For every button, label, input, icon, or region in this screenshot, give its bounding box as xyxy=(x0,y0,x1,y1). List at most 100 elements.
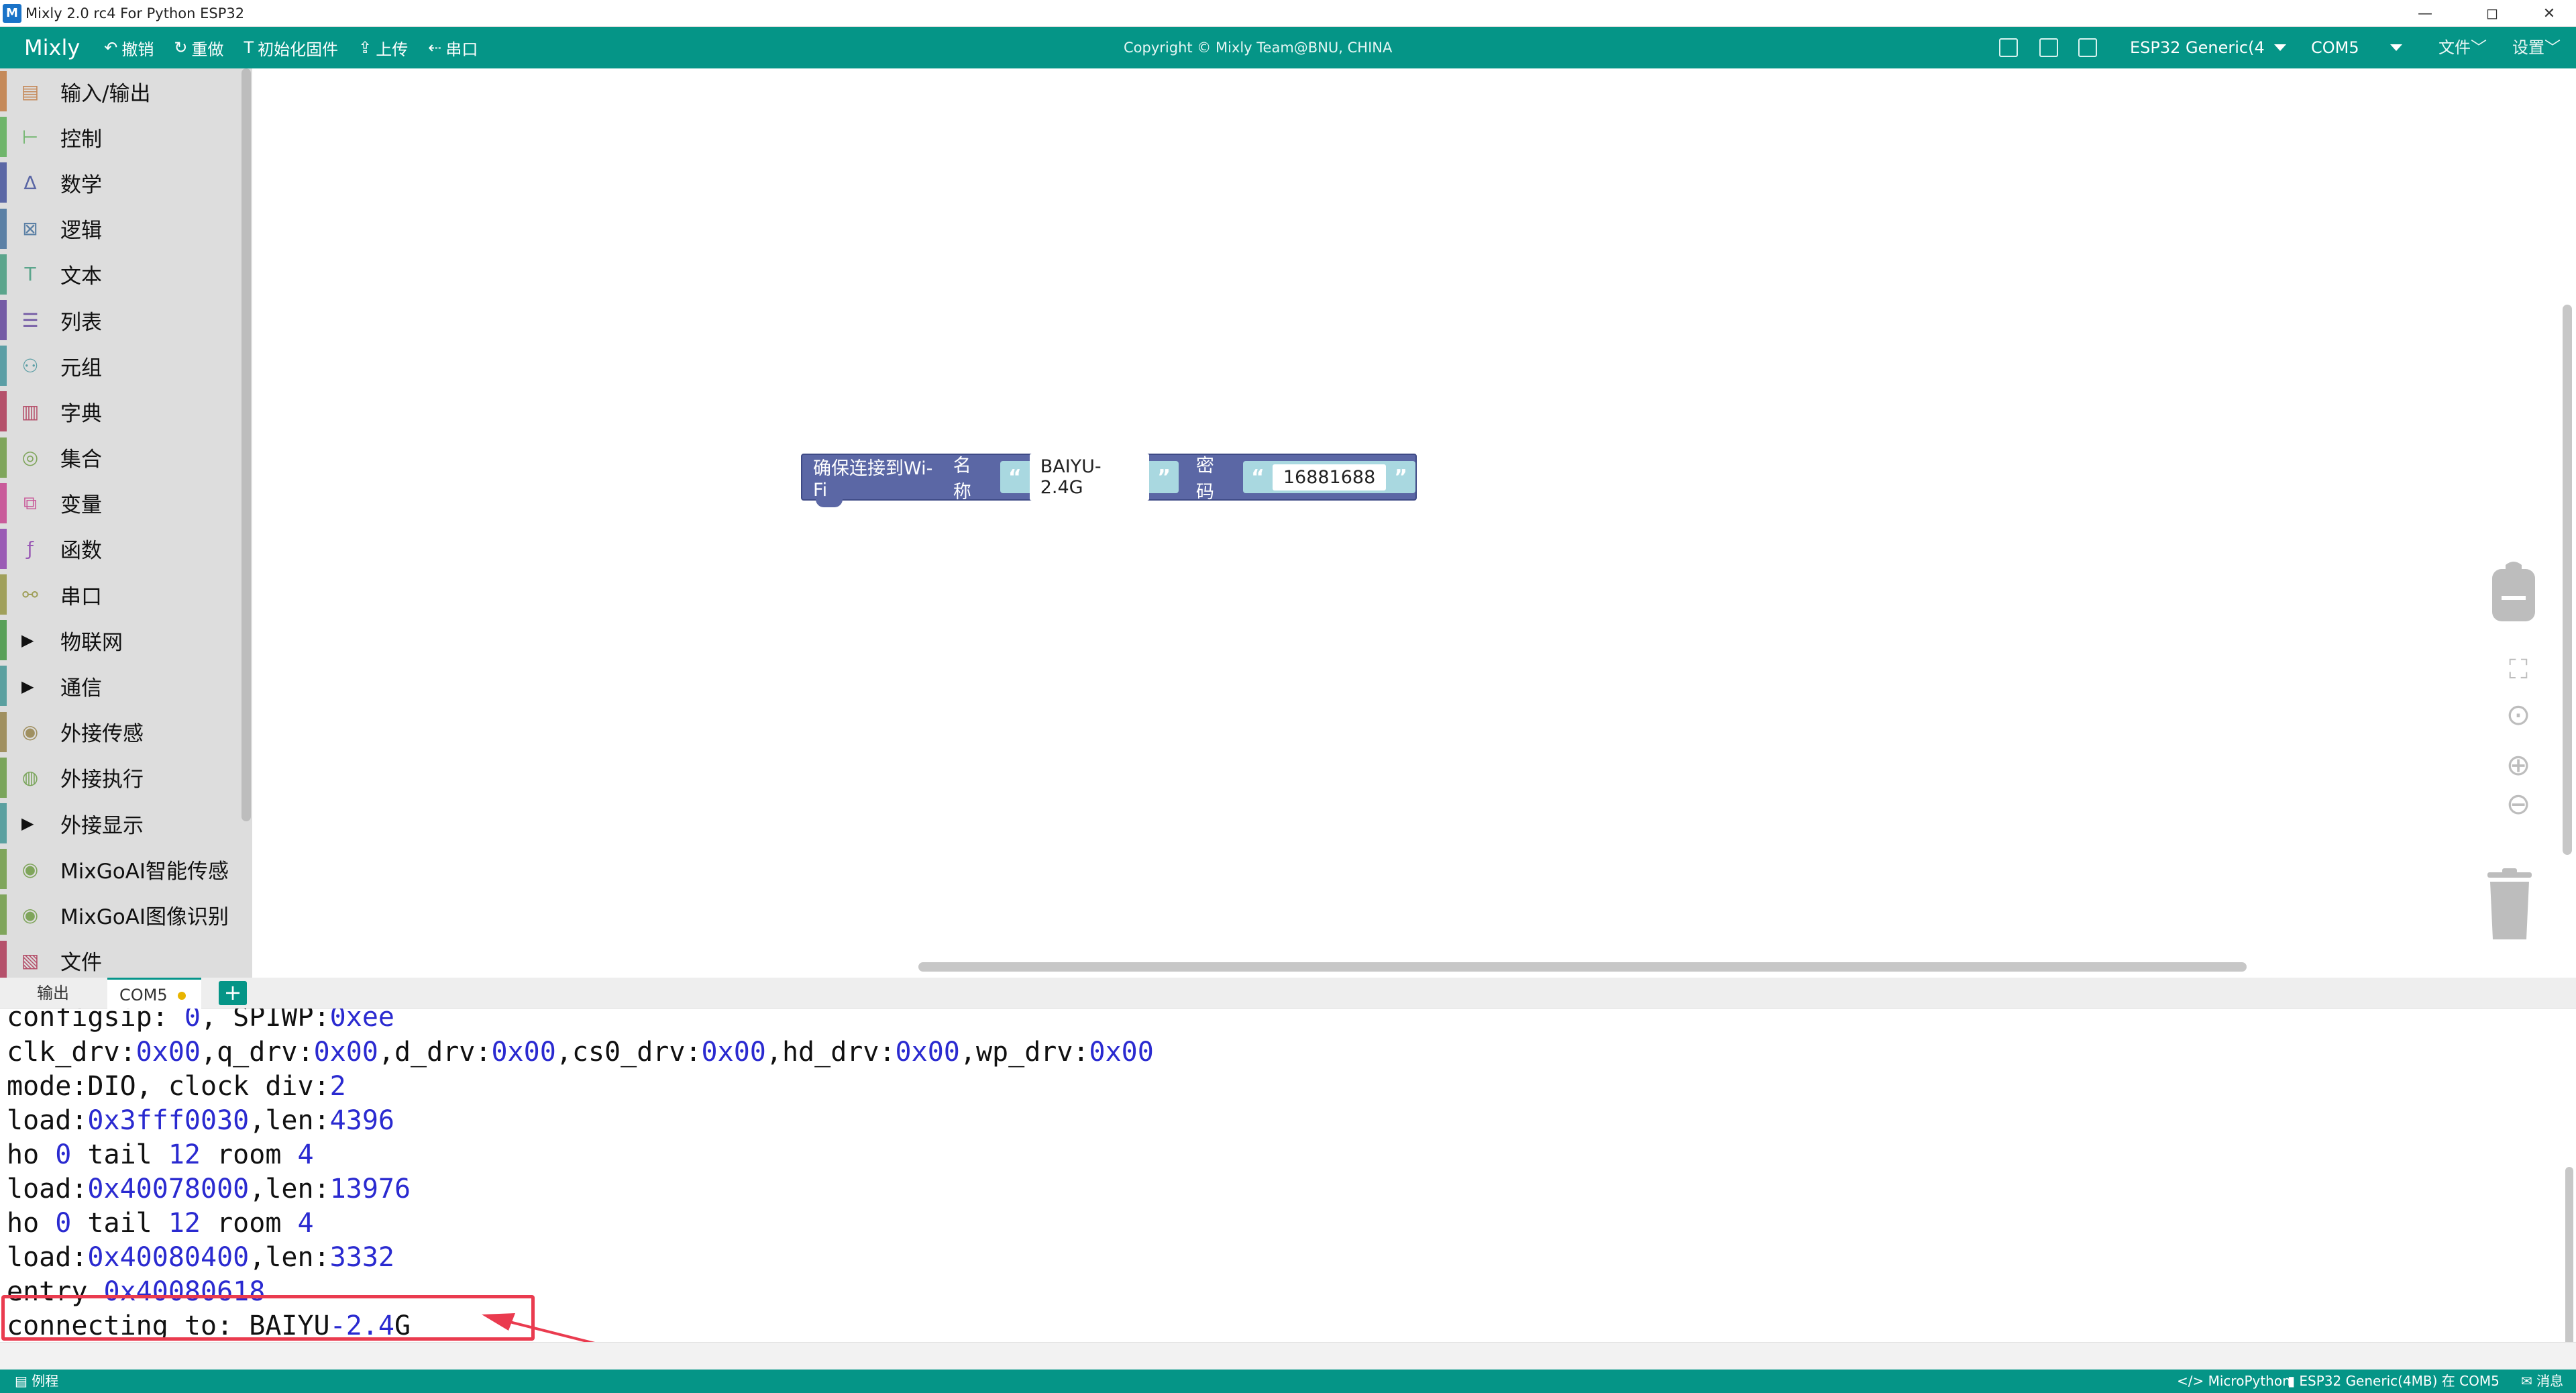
sidebar-category[interactable]: ▥ 字典 xyxy=(0,389,252,434)
sidebar-category[interactable]: ▧ 文件 xyxy=(0,938,252,978)
zoom-in-icon[interactable]: ⊕ xyxy=(2500,746,2537,784)
console-line: load:0x3fff0030,len:4396 xyxy=(7,1104,394,1137)
backpack-icon[interactable] xyxy=(2489,558,2538,623)
board-status[interactable]: ▮ ESP32 Generic(4MB) 在 COM5 xyxy=(2288,1370,2500,1393)
status-bar: ▤ 例程 </> MicroPython ▮ ESP32 Generic(4MB… xyxy=(0,1370,2576,1393)
port-select[interactable]: COM5 xyxy=(2311,27,2402,68)
redo-button[interactable]: ↻ 重做 xyxy=(174,36,223,60)
fullscreen-icon[interactable]: ⛶ xyxy=(2500,651,2537,688)
tab-com5[interactable]: COM5 ✕ xyxy=(107,978,201,1035)
sidebar-category[interactable]: ▤ 输入/输出 xyxy=(0,68,252,114)
ssid-string-block[interactable]: “ BAIYU-2.4G ” xyxy=(1000,454,1179,501)
wifi-connect-block[interactable]: 确保连接到Wi-Fi 名称 “ BAIYU-2.4G ” 密码 “ 168816… xyxy=(801,454,1417,507)
sidebar-category[interactable]: ◉ 外接传感 xyxy=(0,709,252,755)
sidebar-category[interactable]: ◍ 外接执行 xyxy=(0,755,252,801)
block-category-sidebar: ▤ 输入/输出 ⊢ 控制 ∆ 数学 ⊠ 逻辑 T 文本 ☰ 列表 ⚇ 元组 ▥ 字典 ◎ 集合 ⧉ 变量 ƒ 函数 ⚯ 串口 ▶… xyxy=(0,68,252,978)
function-icon: ƒ xyxy=(27,537,34,560)
blockly-workspace[interactable]: 确保连接到Wi-Fi 名称 “ BAIYU-2.4G ” 密码 “ 168816… xyxy=(252,68,2576,978)
sidebar-scrollbar[interactable] xyxy=(241,68,251,821)
undo-label: 撤销 xyxy=(121,40,154,59)
sidebar-category[interactable]: ⚯ 串口 xyxy=(0,572,252,617)
recenter-icon[interactable]: ⊙ xyxy=(2500,696,2537,733)
sidebar-category[interactable]: T 文本 xyxy=(0,252,252,297)
file-menu[interactable]: 文件﹀ xyxy=(2438,27,2487,68)
console-number: 0x00 xyxy=(895,1037,960,1068)
code-view-icon[interactable] xyxy=(2078,38,2097,57)
category-label: 外接传感 xyxy=(60,722,144,747)
trash-icon[interactable] xyxy=(2481,868,2538,941)
console-line: ho 0 tail 12 room 4 xyxy=(7,1138,314,1172)
upload-button[interactable]: ⇪ 上传 xyxy=(358,36,408,60)
sidebar-category[interactable]: ▶ 通信 xyxy=(0,663,252,709)
sidebar-category[interactable]: ▶ 物联网 xyxy=(0,617,252,663)
category-color-stripe xyxy=(0,437,7,478)
expand-triangle-icon[interactable]: ▶ xyxy=(21,677,34,696)
set-icon: ◎ xyxy=(21,446,39,469)
workspace-vertical-scrollbar[interactable] xyxy=(2563,305,2572,855)
sidebar-category[interactable]: ⊢ 控制 xyxy=(0,114,252,160)
console-vertical-scrollbar[interactable] xyxy=(2565,1167,2573,1368)
serial-port-icon: ⚯ xyxy=(22,583,38,606)
brand-logo[interactable]: Mixly xyxy=(24,35,80,60)
settings-menu[interactable]: 设置﹀ xyxy=(2512,27,2561,68)
io-icon: ▤ xyxy=(21,80,40,103)
console-text: ,len: xyxy=(249,1105,330,1136)
serial-button[interactable]: ⇠ 串口 xyxy=(428,36,478,60)
layout-left-icon[interactable] xyxy=(2039,38,2058,57)
category-label: 外接显示 xyxy=(60,813,144,838)
sidebar-category[interactable]: ƒ 函数 xyxy=(0,526,252,572)
category-label: 集合 xyxy=(60,448,102,472)
layout-bottom-icon[interactable] xyxy=(1999,38,2018,57)
sidebar-category[interactable]: ⊠ 逻辑 xyxy=(0,206,252,252)
workspace-horizontal-scrollbar[interactable] xyxy=(918,962,2247,972)
console-number: 2 xyxy=(329,1071,346,1102)
tab-output[interactable]: 输出 xyxy=(37,978,69,1009)
firmware-icon: T xyxy=(244,38,254,57)
serial-console[interactable]: configsip: 0, SPIWP:0xee clk_drv:0x00,q_d… xyxy=(0,1009,2576,1370)
sidebar-category[interactable]: ◉ MixGoAI智能传感 xyxy=(0,846,252,892)
add-tab-button[interactable]: + xyxy=(219,981,247,1005)
undo-button[interactable]: ↶ 撤销 xyxy=(104,36,154,60)
tab-com5-label: COM5 xyxy=(119,986,168,1004)
ai-sensor-icon: ◉ xyxy=(21,858,39,880)
sidebar-category[interactable]: ◉ MixGoAI图像识别 xyxy=(0,892,252,937)
console-number: 3332 xyxy=(329,1242,394,1273)
ai-vision-icon: ◉ xyxy=(21,903,39,926)
variable-icon: ⧉ xyxy=(23,491,37,514)
console-line: configsip: 0, SPIWP:0xee xyxy=(7,1009,394,1034)
sidebar-category[interactable]: ◎ 集合 xyxy=(0,435,252,480)
sidebar-category[interactable]: ⧉ 变量 xyxy=(0,480,252,526)
console-text: ,len: xyxy=(249,1242,330,1273)
examples-button[interactable]: ▤ 例程 xyxy=(15,1370,58,1393)
messages-button[interactable]: ✉ 消息 xyxy=(2521,1370,2563,1393)
sensor-icon: ◉ xyxy=(21,721,39,743)
sidebar-category[interactable]: ▶ 外接显示 xyxy=(0,801,252,846)
console-number: 0x40078000 xyxy=(87,1174,250,1204)
ssid-value[interactable]: BAIYU-2.4G xyxy=(1029,454,1150,501)
board-select[interactable]: ESP32 Generic(4 xyxy=(2130,27,2286,68)
console-text: room xyxy=(201,1208,298,1239)
console-text: tail xyxy=(71,1208,168,1239)
zoom-out-icon[interactable]: ⊖ xyxy=(2500,785,2537,823)
maximize-button[interactable]: ◻ xyxy=(2462,0,2522,27)
category-label: 输入/输出 xyxy=(60,81,151,106)
sidebar-category[interactable]: ∆ 数学 xyxy=(0,160,252,205)
board-select-value: ESP32 Generic(4 xyxy=(2130,38,2265,57)
init-firmware-button[interactable]: T 初始化固件 xyxy=(244,36,338,60)
category-label: 物联网 xyxy=(60,630,123,655)
sidebar-category[interactable]: ☰ 列表 xyxy=(0,297,252,343)
language-status[interactable]: </> MicroPython xyxy=(2177,1370,2291,1393)
chevron-down-icon xyxy=(2273,44,2286,51)
close-window-button[interactable]: ✕ xyxy=(2519,0,2576,27)
expand-triangle-icon[interactable]: ▶ xyxy=(21,631,34,650)
category-color-stripe xyxy=(0,71,7,111)
sidebar-category[interactable]: ⚇ 元组 xyxy=(0,343,252,389)
password-value[interactable]: 16881688 xyxy=(1272,464,1387,491)
list-icon: ☰ xyxy=(21,309,39,331)
password-string-block[interactable]: “ 16881688 ” xyxy=(1243,461,1415,493)
console-number: 0x00 xyxy=(1089,1037,1154,1068)
password-label: 密码 xyxy=(1195,456,1214,503)
console-text: load: xyxy=(7,1105,88,1136)
expand-triangle-icon[interactable]: ▶ xyxy=(21,814,34,833)
minimize-button[interactable]: — xyxy=(2395,0,2455,27)
